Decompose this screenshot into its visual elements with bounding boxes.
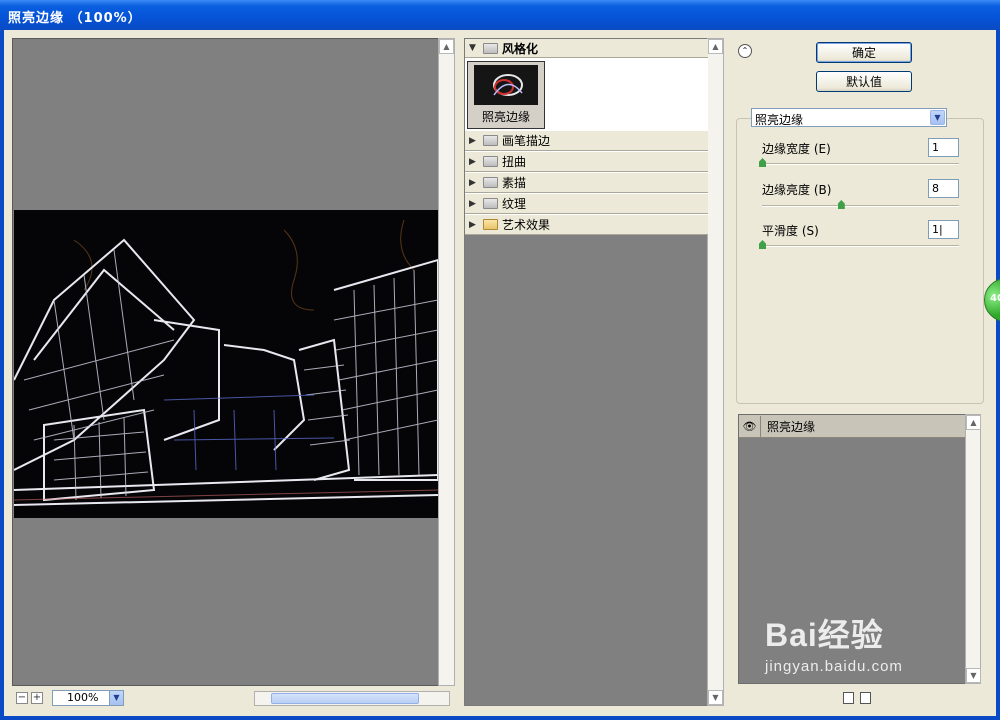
eye-icon[interactable]: 👁 — [739, 415, 761, 437]
folder-icon — [483, 42, 498, 54]
layer-actions — [843, 692, 871, 704]
category-stylize: ▼ 风格化 照亮边缘 — [465, 39, 708, 131]
effect-layer-row[interactable]: 👁 照亮边缘 — [739, 415, 965, 438]
watermark-sub: jingyan.baidu.com — [765, 658, 903, 675]
glowing-edges-building-image — [14, 210, 438, 518]
triangle-right-icon: ▶ — [469, 135, 476, 146]
collapse-gallery-button[interactable]: ⌃ — [738, 44, 752, 58]
filter-thumbnail-label: 照亮边缘 — [481, 110, 530, 124]
edge-width-input[interactable]: 1 — [928, 138, 959, 157]
smoothness-input[interactable]: 1| — [928, 220, 959, 239]
smoothness-slider[interactable] — [762, 245, 959, 247]
smoothness-label: 平滑度 (S) — [762, 224, 819, 238]
folder-icon — [483, 219, 498, 230]
window-title: 照亮边缘 （100%） — [0, 0, 1000, 30]
ok-button[interactable]: 确定 — [816, 42, 912, 63]
chevron-down-icon: ▼ — [930, 110, 945, 125]
edge-brightness-label: 边缘亮度 (B) — [762, 183, 832, 197]
triangle-down-icon: ▼ — [469, 43, 476, 53]
filter-settings-panel — [736, 118, 984, 404]
triangle-right-icon: ▶ — [469, 156, 476, 167]
category-header-stylize[interactable]: ▼ 风格化 — [465, 39, 708, 58]
new-layer-icon[interactable] — [843, 692, 854, 704]
gallery-vertical-scrollbar[interactable]: ▲ ▼ — [707, 38, 724, 706]
preview-image — [14, 210, 438, 518]
watermark-main: Bai经验 — [765, 617, 884, 653]
preview-zoom-bar: − + 100% ▼ — [12, 689, 450, 707]
edge-brightness-input[interactable]: 8 — [928, 179, 959, 198]
folder-icon — [483, 156, 498, 167]
edge-width-label: 边缘宽度 (E) — [762, 142, 831, 156]
zoom-out-button[interactable]: − — [16, 692, 28, 704]
triangle-right-icon: ▶ — [469, 177, 476, 188]
preview-horizontal-scrollbar[interactable] — [254, 691, 450, 706]
scroll-down-button[interactable]: ▼ — [708, 690, 723, 705]
category-label: 艺术效果 — [502, 218, 551, 232]
category-artistic[interactable]: ▶ 艺术效果 — [465, 214, 708, 235]
category-brush-strokes[interactable]: ▶ 画笔描边 — [465, 130, 708, 151]
filter-select-value: 照亮边缘 — [755, 113, 804, 127]
folder-icon — [483, 135, 498, 146]
category-label: 素描 — [502, 176, 527, 190]
filter-select[interactable]: 照亮边缘 ▼ — [751, 108, 947, 127]
chevron-down-icon: ▼ — [109, 691, 123, 705]
default-button[interactable]: 默认值 — [816, 71, 912, 92]
scroll-up-button[interactable]: ▲ — [966, 415, 981, 430]
zoom-level-select[interactable]: 100% ▼ — [52, 690, 124, 706]
preview-vertical-scrollbar[interactable]: ▲ — [438, 38, 455, 686]
category-label: 纹理 — [502, 197, 527, 211]
edge-brightness-slider[interactable] — [762, 205, 959, 207]
double-chevron-up-icon: ⌃ — [741, 46, 749, 55]
category-label: 画笔描边 — [502, 134, 551, 148]
effect-layer-label: 照亮边缘 — [767, 419, 816, 434]
scroll-down-button[interactable]: ▼ — [966, 668, 981, 683]
scrollbar-thumb[interactable] — [271, 693, 419, 704]
edge-width-slider[interactable] — [762, 163, 959, 165]
triangle-right-icon: ▶ — [469, 219, 476, 230]
category-label: 扭曲 — [502, 155, 527, 169]
zoom-in-button[interactable]: + — [31, 692, 43, 704]
trash-icon[interactable] — [860, 692, 871, 704]
category-label: 风格化 — [502, 41, 539, 56]
filter-preview-thumbnail — [474, 65, 538, 105]
baidu-watermark: Bai经验 jingyan.baidu.com — [765, 610, 903, 675]
scroll-up-button[interactable]: ▲ — [708, 39, 723, 54]
triangle-right-icon: ▶ — [469, 198, 476, 209]
layers-vertical-scrollbar[interactable]: ▲ ▼ — [965, 414, 981, 684]
scroll-up-button[interactable]: ▲ — [439, 39, 454, 54]
folder-icon — [483, 198, 498, 209]
category-texture[interactable]: ▶ 纹理 — [465, 193, 708, 214]
category-distort[interactable]: ▶ 扭曲 — [465, 151, 708, 172]
zoom-level-value: 100% — [67, 691, 99, 704]
filter-thumbnail-glowing-edges[interactable]: 照亮边缘 — [467, 61, 545, 129]
folder-icon — [483, 177, 498, 188]
category-sketch[interactable]: ▶ 素描 — [465, 172, 708, 193]
